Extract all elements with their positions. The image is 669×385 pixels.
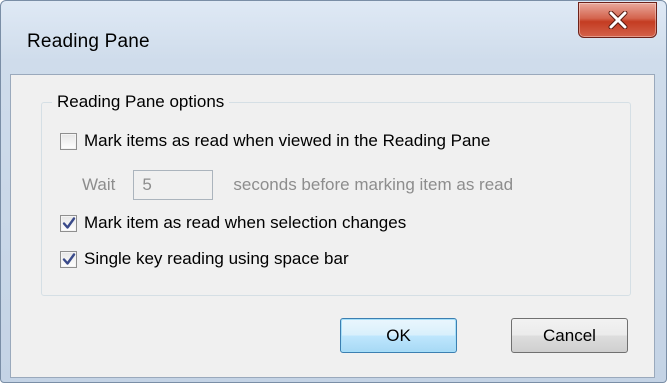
mark-viewed-label[interactable]: Mark items as read when viewed in the Re… — [84, 131, 490, 151]
mark-viewed-checkbox[interactable] — [60, 132, 77, 150]
reading-pane-dialog: Reading Pane Reading Pane options Mark i… — [0, 0, 667, 383]
single-key-checkbox[interactable] — [60, 250, 77, 268]
mark-selection-option[interactable]: Mark item as read when selection changes — [60, 211, 406, 235]
reading-pane-options-group: Reading Pane options Mark items as read … — [41, 92, 631, 296]
mark-viewed-option[interactable]: Mark items as read when viewed in the Re… — [60, 129, 490, 153]
mark-selection-label[interactable]: Mark item as read when selection changes — [84, 213, 406, 233]
dialog-title: Reading Pane — [27, 31, 150, 52]
group-legend: Reading Pane options — [52, 92, 230, 112]
wait-suffix-label: seconds before marking item as read — [233, 175, 514, 194]
checkmark-icon — [62, 216, 76, 229]
close-icon — [608, 11, 628, 29]
wait-row: Wait seconds before marking item as read — [82, 169, 513, 201]
single-key-option[interactable]: Single key reading using space bar — [60, 247, 349, 271]
cancel-button[interactable]: Cancel — [511, 318, 628, 353]
ok-button[interactable]: OK — [340, 318, 457, 353]
wait-seconds-input[interactable] — [133, 170, 214, 200]
single-key-label[interactable]: Single key reading using space bar — [84, 249, 349, 269]
checkmark-icon — [62, 252, 76, 265]
title-bar[interactable]: Reading Pane — [1, 1, 666, 76]
dialog-client-area: Reading Pane options Mark items as read … — [10, 74, 655, 378]
mark-selection-checkbox[interactable] — [60, 214, 77, 232]
close-button[interactable] — [578, 2, 657, 38]
wait-prefix-label: Wait — [82, 175, 116, 194]
